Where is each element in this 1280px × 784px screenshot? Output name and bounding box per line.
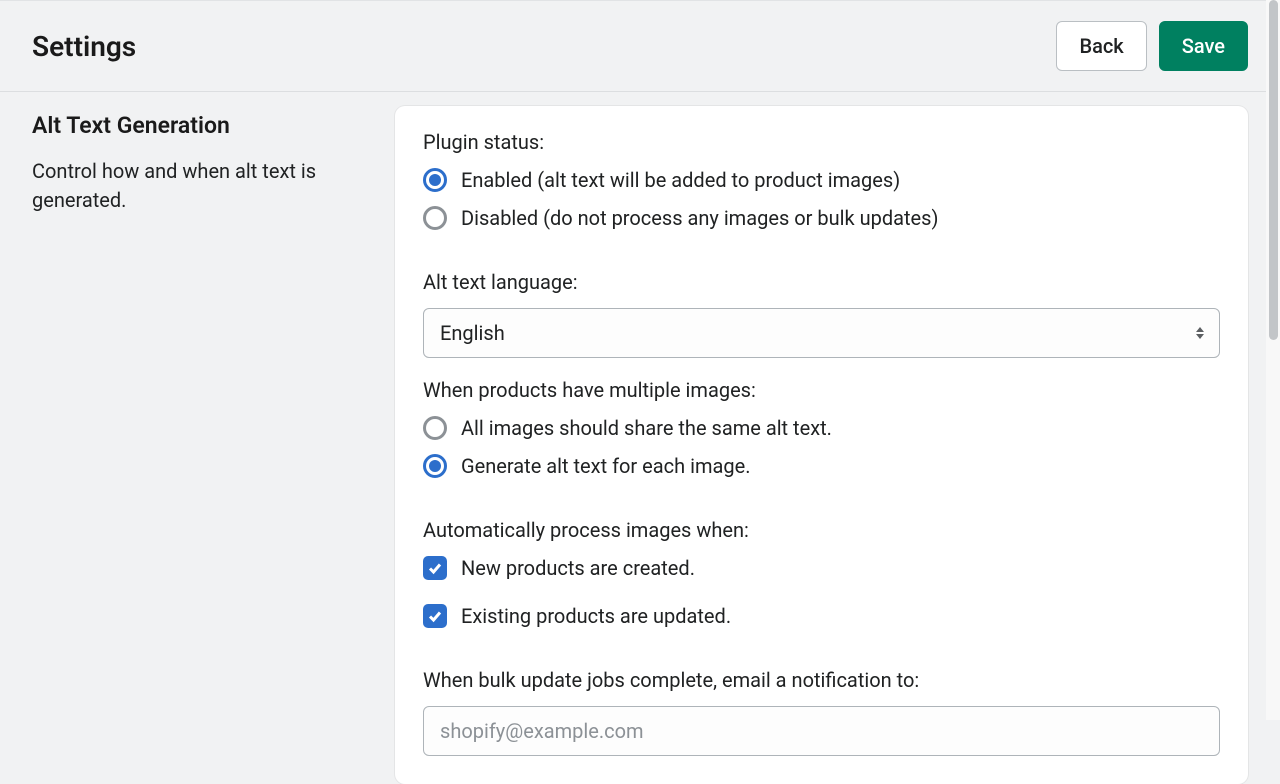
- radio-plugin-enabled[interactable]: Enabled (alt text will be added to produ…: [423, 168, 1220, 192]
- multi-image-label: When products have multiple images:: [423, 378, 1220, 402]
- section-sidebar: Alt Text Generation Control how and when…: [32, 106, 377, 215]
- radio-label: Disabled (do not process any images or b…: [461, 206, 938, 230]
- radio-label: Enabled (alt text will be added to produ…: [461, 168, 900, 192]
- language-group: Alt text language: English: [423, 270, 1220, 358]
- page-title: Settings: [32, 30, 136, 63]
- plugin-status-label: Plugin status:: [423, 130, 1220, 154]
- radio-generate-each[interactable]: Generate alt text for each image.: [423, 454, 1220, 478]
- radio-icon: [423, 206, 447, 230]
- header-actions: Back Save: [1056, 21, 1248, 71]
- bulk-email-label: When bulk update jobs complete, email a …: [423, 668, 1220, 692]
- bulk-email-group: When bulk update jobs complete, email a …: [423, 668, 1220, 756]
- checkbox-new-products[interactable]: New products are created.: [423, 556, 1220, 580]
- language-select[interactable]: English: [423, 308, 1220, 358]
- auto-process-group: Automatically process images when: New p…: [423, 518, 1220, 628]
- radio-icon: [423, 454, 447, 478]
- radio-plugin-disabled[interactable]: Disabled (do not process any images or b…: [423, 206, 1220, 230]
- header-bar: Settings Back Save: [0, 0, 1280, 92]
- bulk-email-input[interactable]: [423, 706, 1220, 756]
- section-title: Alt Text Generation: [32, 112, 377, 139]
- radio-icon: [423, 168, 447, 192]
- checkbox-existing-products[interactable]: Existing products are updated.: [423, 604, 1220, 628]
- radio-share-alt-text[interactable]: All images should share the same alt tex…: [423, 416, 1220, 440]
- language-label: Alt text language:: [423, 270, 1220, 294]
- auto-process-label: Automatically process images when:: [423, 518, 1220, 542]
- checkbox-icon: [423, 604, 447, 628]
- radio-label: All images should share the same alt tex…: [461, 416, 832, 440]
- settings-card: Plugin status: Enabled (alt text will be…: [395, 106, 1248, 784]
- save-button[interactable]: Save: [1159, 21, 1248, 71]
- radio-label: Generate alt text for each image.: [461, 454, 751, 478]
- checkbox-label: Existing products are updated.: [461, 604, 731, 628]
- plugin-status-group: Plugin status: Enabled (alt text will be…: [423, 130, 1220, 230]
- radio-icon: [423, 416, 447, 440]
- checkbox-label: New products are created.: [461, 556, 695, 580]
- back-button[interactable]: Back: [1056, 21, 1146, 71]
- multi-image-group: When products have multiple images: All …: [423, 378, 1220, 478]
- checkbox-icon: [423, 556, 447, 580]
- content-area: Alt Text Generation Control how and when…: [0, 92, 1280, 784]
- scrollbar-thumb[interactable]: [1269, 0, 1278, 340]
- scrollbar-track[interactable]: [1266, 0, 1280, 720]
- language-select-wrap: English: [423, 308, 1220, 358]
- section-description: Control how and when alt text is generat…: [32, 157, 377, 215]
